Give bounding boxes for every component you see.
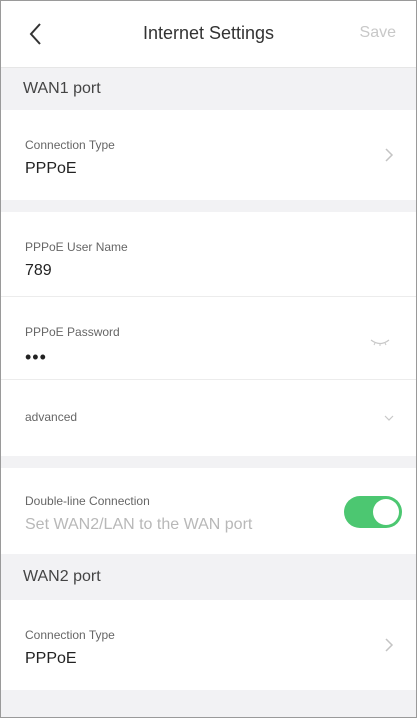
chevron-right-icon [385,638,394,652]
wan1-connection-type-label: Connection Type [25,138,115,152]
pppoe-password-row[interactable]: PPPoE Password ••• [1,297,416,379]
app-screen: Internet Settings Save WAN1 port Connect… [0,0,417,718]
double-line-row: Double-line Connection Set WAN2/LAN to t… [1,468,416,554]
pppoe-username-input[interactable]: 789 [25,262,416,280]
section-wan1-label: WAN1 port [1,68,416,110]
advanced-row[interactable]: advanced [1,380,416,456]
pppoe-password-label: PPPoE Password [25,325,120,339]
eye-closed-icon[interactable] [370,338,390,346]
wan2-connection-type-label: Connection Type [25,628,115,642]
page-title: Internet Settings [142,23,275,43]
separator [1,200,416,212]
pppoe-username-row[interactable]: PPPoE User Name 789 [1,212,416,296]
section-wan2-label: WAN2 port [1,554,416,600]
wan1-connection-type-row[interactable]: Connection Type PPPoE [1,110,416,200]
save-button[interactable]: Save [360,24,396,42]
advanced-label: advanced [25,410,78,424]
pppoe-password-input[interactable]: ••• [25,347,416,368]
chevron-down-icon [384,415,394,421]
nav-bar: Internet Settings Save [1,1,416,68]
chevron-right-icon [385,148,394,162]
wan2-connection-type-value: PPPoE [25,650,77,667]
pppoe-username-label: PPPoE User Name [25,240,128,254]
wan2-connection-type-row[interactable]: Connection Type PPPoE [1,600,416,690]
double-line-toggle[interactable] [344,496,402,528]
wan1-connection-type-value: PPPoE [25,160,77,177]
toggle-knob [373,499,399,525]
separator [1,456,416,468]
